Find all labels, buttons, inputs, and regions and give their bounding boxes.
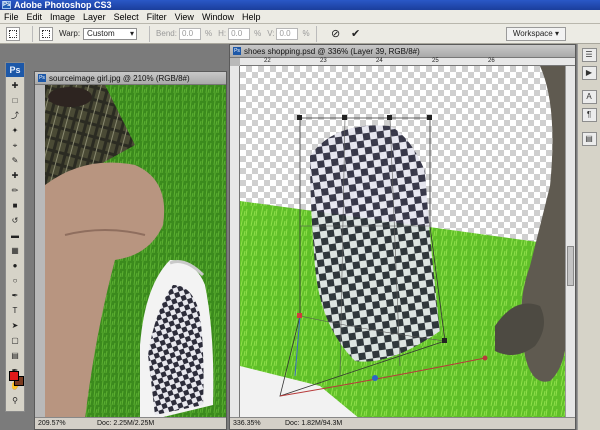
warp-handle[interactable] (387, 115, 392, 120)
warp-handle[interactable] (372, 375, 378, 381)
doc-size-info[interactable]: Doc: 2.25M/2.25M (97, 418, 154, 430)
menu-image[interactable]: Image (50, 12, 75, 22)
menu-file[interactable]: File (4, 12, 19, 22)
document-title: sourceimage girl.jpg @ 210% (RGB/8#) (49, 74, 190, 83)
menu-help[interactable]: Help (242, 12, 261, 22)
stamp-icon[interactable]: ■ (8, 199, 22, 212)
panel-dock: ☰ ▶ A ¶ ▤ (577, 44, 600, 430)
gradient-icon[interactable]: ▦ (8, 244, 22, 257)
blur-icon[interactable]: ● (8, 259, 22, 272)
workspace-button[interactable]: Workspace ▾ (505, 27, 566, 41)
app-icon: Ps (2, 1, 11, 9)
image-canvas-shoes[interactable] (240, 66, 565, 417)
type-icon[interactable]: T (8, 304, 22, 317)
separator (149, 25, 151, 42)
ruler-tick: 22 (264, 58, 271, 64)
history-panel-icon[interactable]: ☰ (581, 48, 597, 62)
document-window-shoes: Ps shoes shopping.psd @ 336% (Layer 39, … (229, 44, 576, 430)
warp-handle[interactable] (442, 338, 447, 343)
actions-panel-icon[interactable]: ▶ (581, 66, 597, 80)
ps-logo: Ps (6, 63, 24, 77)
warp-handle[interactable] (427, 115, 432, 120)
document-status-bar: 336.35% Doc: 1.82M/94.3M (230, 417, 575, 429)
menu-edit[interactable]: Edit (27, 12, 43, 22)
menu-filter[interactable]: Filter (147, 12, 167, 22)
document-title: shoes shopping.psd @ 336% (Layer 39, RGB… (244, 47, 420, 56)
image-canvas-source[interactable] (45, 85, 226, 417)
doc-size-info[interactable]: Doc: 1.82M/94.3M (285, 418, 342, 430)
notes-icon[interactable]: ▤ (8, 349, 22, 362)
brush-icon[interactable]: ✏ (8, 184, 22, 197)
tools-panel: Ps ✚ □ ⤴ ✦ ⌖ ✎ ✚ ✏ ■ ↺ ▬ ▦ ● ○ ✒ T ➤ ▢ ▤… (5, 62, 25, 412)
v-distort-input[interactable]: 0.0 (276, 27, 299, 40)
vertical-ruler (230, 66, 240, 417)
document-status-bar: 209.57% Doc: 2.25M/2.25M (35, 417, 226, 429)
photoshop-app: Ps Adobe Photoshop CS3 File Edit Image L… (0, 0, 600, 430)
menu-view[interactable]: View (175, 12, 194, 22)
menu-bar: File Edit Image Layer Select Filter View… (0, 10, 600, 24)
warp-handle[interactable] (297, 115, 302, 120)
crop-icon[interactable]: ⌖ (8, 139, 22, 152)
menu-window[interactable]: Window (202, 12, 234, 22)
cancel-transform-icon[interactable]: ⊘ (329, 27, 343, 41)
warp-style-select[interactable]: Custom (83, 27, 138, 40)
tool-preset-icon[interactable] (6, 26, 20, 41)
document-window-source: Ps sourceimage girl.jpg @ 210% (RGB/8#) (34, 71, 227, 430)
paragraph-panel-icon[interactable]: ¶ (581, 108, 597, 122)
options-bar: Warp: Custom Bend: 0.0 % H: 0.0 % V: 0.0… (0, 24, 600, 44)
document-icon: Ps (38, 74, 46, 82)
menu-select[interactable]: Select (114, 12, 139, 22)
v-pct: % (302, 29, 310, 38)
document-title-bar[interactable]: Ps sourceimage girl.jpg @ 210% (RGB/8#) (35, 72, 226, 85)
character-panel-icon[interactable]: A (581, 90, 597, 104)
bend-pct: % (204, 29, 213, 38)
pen-icon[interactable]: ✒ (8, 289, 22, 302)
history-brush-icon[interactable]: ↺ (8, 214, 22, 227)
ruler-tick: 23 (320, 58, 327, 64)
document-icon: Ps (233, 47, 241, 55)
slice-icon[interactable]: ✎ (8, 154, 22, 167)
document-title-bar[interactable]: Ps shoes shopping.psd @ 336% (Layer 39, … (230, 45, 575, 58)
zoom-level[interactable]: 336.35% (233, 418, 261, 430)
app-title: Adobe Photoshop CS3 (14, 0, 112, 10)
v-label: V: (267, 29, 275, 38)
path-select-icon[interactable]: ➤ (8, 319, 22, 332)
commit-transform-icon[interactable]: ✔ (349, 27, 363, 41)
zoom-level[interactable]: 209.57% (38, 418, 66, 430)
horizontal-ruler: 22 23 24 25 26 (240, 58, 575, 66)
dodge-icon[interactable]: ○ (8, 274, 22, 287)
ruler-tick: 25 (432, 58, 439, 64)
separator (315, 25, 317, 42)
warp-handle[interactable] (342, 115, 347, 120)
bend-input[interactable]: 0.0 (178, 27, 201, 40)
warp-handle[interactable] (297, 313, 302, 318)
warp-mode-icon[interactable] (39, 26, 53, 41)
separator (32, 25, 33, 42)
healing-icon[interactable]: ✚ (8, 169, 22, 182)
title-bar: Ps Adobe Photoshop CS3 (0, 0, 600, 10)
h-distort-input[interactable]: 0.0 (228, 27, 251, 40)
ruler-tick: 24 (376, 58, 383, 64)
eraser-icon[interactable]: ▬ (8, 229, 22, 242)
foreground-color-swatch[interactable] (9, 371, 19, 381)
lasso-icon[interactable]: ⤴ (8, 109, 22, 122)
zoom-icon[interactable]: ⚲ (8, 394, 22, 407)
h-pct: % (254, 29, 262, 38)
warp-label: Warp: (59, 29, 81, 38)
scrollbar-thumb[interactable] (567, 246, 574, 286)
shape-icon[interactable]: ▢ (8, 334, 22, 347)
warp-canvas-content (240, 66, 565, 417)
ruler-tick: 26 (488, 58, 495, 64)
bend-label: Bend: (156, 29, 177, 38)
layers-panel-icon[interactable]: ▤ (581, 132, 597, 146)
vertical-scrollbar[interactable] (565, 66, 575, 417)
warp-handle[interactable] (482, 355, 488, 361)
menu-layer[interactable]: Layer (83, 12, 106, 22)
h-label: H: (218, 29, 227, 38)
marquee-icon[interactable]: □ (8, 94, 22, 107)
move-icon[interactable]: ✚ (8, 79, 22, 92)
magic-wand-icon[interactable]: ✦ (8, 124, 22, 137)
photo-girl-shoe (45, 85, 226, 417)
